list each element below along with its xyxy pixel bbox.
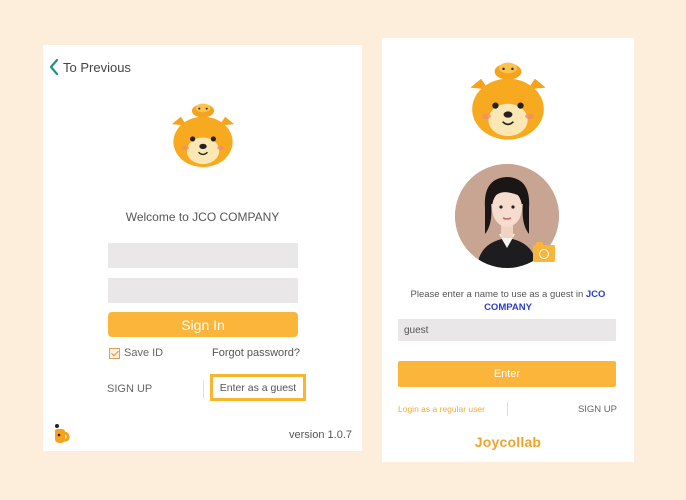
id-input[interactable] <box>108 243 298 268</box>
guest-prompt-text: Please enter a name to use as a guest in <box>410 289 586 300</box>
save-id-label: Save ID <box>124 347 164 359</box>
enter-as-guest-button[interactable]: Enter as a guest <box>210 374 306 401</box>
signup-link[interactable]: SIGN UP <box>578 404 617 415</box>
welcome-title: Welcome to JCO COMPANY <box>125 210 280 224</box>
password-input[interactable] <box>108 278 298 303</box>
back-label: To Previous <box>63 59 131 75</box>
bear-mascot-icon <box>171 103 235 168</box>
forgot-password-link[interactable]: Forgot password? <box>212 347 300 359</box>
login-regular-user-link[interactable]: Login as a regular user <box>398 404 485 414</box>
guest-prompt: Please enter a name to use as a guest in… <box>392 288 624 314</box>
brand-wordmark: Joycollab <box>474 434 542 450</box>
signup-link[interactable]: SIGN UP <box>107 383 152 395</box>
version-label: version 1.0.7 <box>289 429 352 441</box>
chevron-left-icon <box>49 59 59 75</box>
guest-name-input[interactable] <box>398 319 616 341</box>
enter-button[interactable]: Enter <box>398 361 616 387</box>
guest-panel: Please enter a name to use as a guest in… <box>382 38 634 462</box>
login-panel: To Previous Welcome to JCO COMPANY Sign … <box>43 45 362 451</box>
divider <box>203 380 204 398</box>
joycollab-logo-icon <box>55 424 70 443</box>
signin-button[interactable]: Sign In <box>108 312 298 337</box>
divider <box>507 402 508 416</box>
back-link[interactable]: To Previous <box>49 59 131 75</box>
checkbox-checked-icon[interactable] <box>109 347 120 359</box>
bear-mascot-icon <box>470 62 546 140</box>
save-id-checkbox[interactable]: Save ID <box>109 347 163 359</box>
camera-icon[interactable] <box>533 242 555 262</box>
